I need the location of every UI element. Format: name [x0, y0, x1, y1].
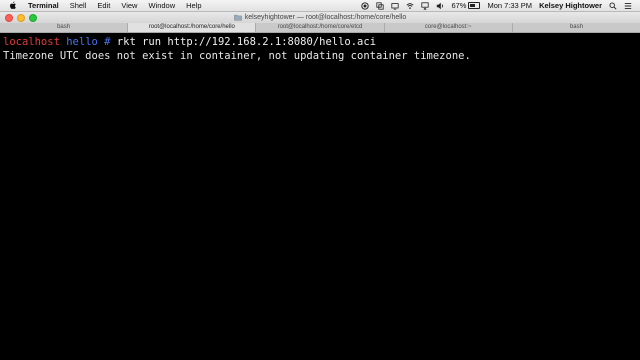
wifi-icon[interactable]	[406, 2, 414, 10]
apple-icon[interactable]	[9, 1, 17, 10]
zoom-button[interactable]	[29, 14, 37, 22]
volume-icon[interactable]	[436, 2, 444, 10]
battery-icon	[468, 2, 481, 9]
tab-bash-2[interactable]: bash	[513, 23, 640, 32]
window-title: kelseyhightower — root@localhost:/home/c…	[244, 14, 407, 21]
tab-root-etcd[interactable]: root@localhost:/home/core/etcd	[256, 23, 385, 32]
menu-bar: Terminal Shell Edit View Window Help 67%…	[0, 0, 640, 12]
prompt-symbol: #	[104, 36, 111, 48]
search-icon[interactable]	[609, 2, 617, 10]
screen-icon[interactable]	[391, 2, 400, 10]
tab-root-hello[interactable]: root@localhost:/home/core/hello	[128, 23, 257, 32]
window-controls	[5, 14, 37, 22]
clock[interactable]: Mon 7:33 PM	[487, 0, 532, 12]
command-text: rkt run http://192.168.2.1:8080/hello.ac…	[116, 36, 377, 48]
tab-core-home[interactable]: core@localhost:~	[385, 23, 513, 32]
battery-percent: 67%	[451, 0, 467, 10]
prompt-host: localhost	[3, 36, 60, 48]
window-titlebar[interactable]: kelseyhightower — root@localhost:/home/c…	[0, 12, 640, 23]
battery-fill	[470, 4, 476, 7]
output-line: Timezone UTC does not exist in container…	[3, 50, 471, 62]
menu-edit[interactable]: Edit	[97, 0, 110, 12]
list-icon[interactable]	[624, 2, 632, 10]
tab-bash-1[interactable]: bash	[0, 23, 129, 32]
terminal-output[interactable]: localhost hello # rkt run http://192.168…	[0, 33, 640, 360]
record-icon[interactable]	[361, 1, 370, 10]
minimize-button[interactable]	[17, 14, 25, 22]
airplay-icon[interactable]	[421, 1, 430, 10]
prompt-directory: hello	[66, 36, 98, 48]
app-menu-terminal[interactable]: Terminal	[28, 0, 59, 12]
folder-icon	[233, 14, 242, 21]
menu-window[interactable]: Window	[148, 0, 175, 12]
menu-shell[interactable]: Shell	[70, 0, 87, 12]
prompt-line: localhost hello # rkt run http://192.168…	[3, 36, 376, 48]
tab-bar: bash root@localhost:/home/core/hello roo…	[0, 23, 640, 33]
menu-view[interactable]: View	[121, 0, 137, 12]
user-name[interactable]: Kelsey Hightower	[539, 0, 602, 12]
menu-help[interactable]: Help	[186, 0, 201, 12]
close-button[interactable]	[5, 14, 13, 22]
battery-indicator[interactable]: 67%	[451, 0, 481, 12]
copy-icon[interactable]	[376, 1, 385, 10]
